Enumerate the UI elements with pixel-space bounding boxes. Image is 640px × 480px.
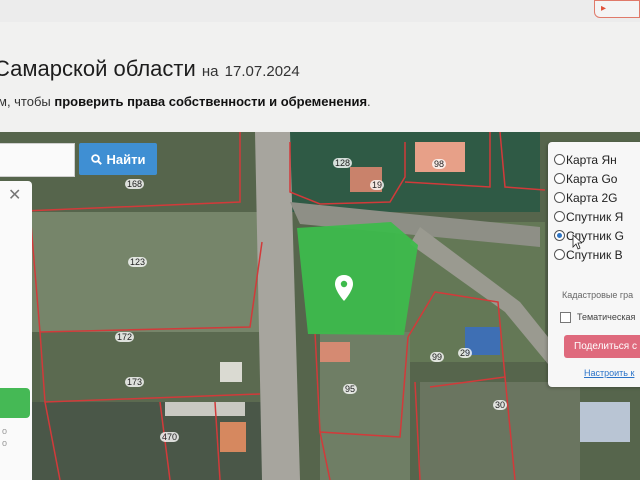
plot-number-label: 98 [432, 159, 447, 169]
layer-option[interactable]: Карта Ян [554, 153, 617, 167]
layer-radio[interactable] [554, 154, 565, 165]
subtitle-bold: проверить права собственности и обремене… [54, 94, 368, 109]
cadastral-label: Кадастровые гра [562, 290, 634, 300]
left-info-panel: ✕ оо [0, 181, 32, 480]
plot-number-label: 123 [128, 257, 148, 267]
arrow-icon: ▸ [601, 3, 607, 14]
plot-number-label: 470 [160, 432, 180, 442]
thematic-checkbox[interactable] [560, 312, 571, 324]
layer-option[interactable]: Спутник Я [554, 210, 624, 224]
search-button-label: Найти [106, 151, 146, 167]
plot-number-label: 172 [115, 332, 135, 342]
layer-option-label: Спутник Я [566, 210, 624, 224]
layer-option[interactable]: Спутник B [554, 248, 623, 262]
plot-number-label: 95 [343, 384, 358, 394]
layer-option[interactable]: Карта 2G [554, 191, 618, 205]
plot-number-label: 19 [370, 180, 385, 190]
thematic-toggle[interactable]: Тематическая [560, 312, 636, 324]
mouse-cursor-icon [572, 234, 582, 250]
layer-option-label: Карта 2G [566, 191, 618, 205]
plot-number-label: 128 [333, 158, 353, 168]
panel-faint-text: оо [2, 426, 8, 448]
layer-switcher-panel: Карта Ян Карта Go Карта 2G Спутник Я Спутник… [548, 142, 640, 387]
layer-radio[interactable] [554, 211, 565, 222]
page-subtitle: м, чтобы проверить права собственности и… [0, 94, 371, 109]
plot-number-label: 99 [430, 352, 445, 362]
plot-number-label: 168 [125, 179, 145, 189]
location-pin-icon[interactable] [334, 274, 354, 302]
search-button[interactable]: Найти [79, 143, 157, 175]
browser-top-strip [0, 0, 640, 22]
plot-number-label: 29 [458, 348, 473, 358]
layer-radio[interactable] [554, 230, 565, 241]
layer-radio[interactable] [554, 192, 565, 203]
layer-option[interactable]: Карта Go [554, 172, 618, 186]
date-prefix: на [201, 63, 219, 80]
subtitle-suffix: . [367, 94, 371, 109]
plot-number-label: 173 [125, 377, 145, 387]
panel-action-button[interactable] [0, 388, 30, 418]
layer-radio[interactable] [554, 249, 565, 260]
page-title-text: Самарской области [0, 56, 196, 81]
plot-number-label: 30 [493, 400, 508, 410]
page-date: 17.07.2024 [224, 63, 300, 80]
map-canvas[interactable] [0, 132, 640, 480]
top-right-button[interactable]: ▸ [594, 0, 640, 18]
layer-option-label: Карта Go [566, 172, 618, 186]
layer-option-label: Карта Ян [566, 153, 617, 167]
satellite-map[interactable]: 168 123 172 173 470 128 19 98 99 29 95 30 [0, 132, 640, 480]
search-icon [90, 153, 102, 165]
page-title: Самарской области на 17.07.2024 [0, 56, 300, 82]
thematic-label: Тематическая [577, 312, 636, 322]
layer-radio[interactable] [554, 173, 565, 184]
setup-link[interactable]: Настроить к [584, 368, 634, 378]
subtitle-prefix: м, чтобы [0, 94, 51, 109]
close-icon[interactable]: ✕ [8, 185, 21, 205]
search-input[interactable] [0, 143, 75, 177]
layer-option-label: Спутник B [566, 248, 623, 262]
share-button[interactable]: Поделиться с [564, 335, 640, 358]
